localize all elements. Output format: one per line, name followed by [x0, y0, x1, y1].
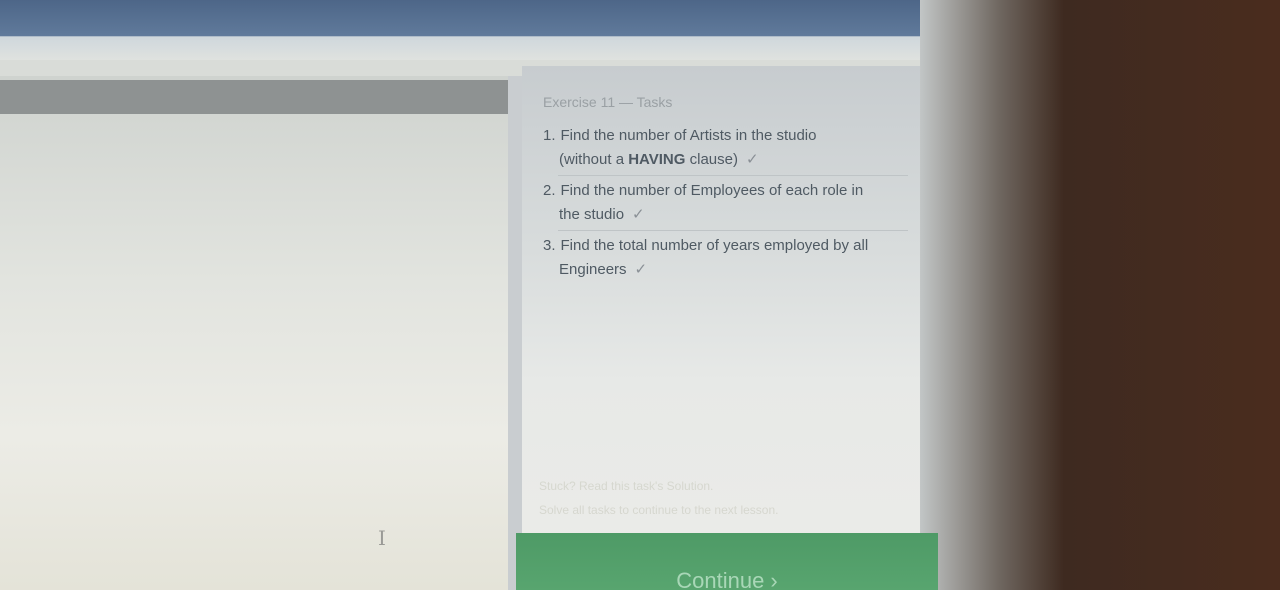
task-number: 3.	[543, 237, 556, 254]
task-text: Find the number of Employees of each rol…	[560, 182, 864, 199]
task-divider	[558, 230, 908, 231]
task-item-2: 2. Find the number of Employees of each r…	[543, 179, 913, 227]
task-text: Find the total number of years employed …	[560, 237, 869, 254]
task-divider	[558, 175, 908, 176]
text-cursor-icon: I	[378, 526, 386, 550]
task-text-cont: the studio	[559, 206, 625, 223]
continue-button[interactable]: Continue ›	[516, 533, 938, 590]
checkmark-icon: ✓	[634, 261, 648, 278]
task-number: 1.	[543, 127, 556, 144]
task-text-cont: (without a	[559, 151, 629, 168]
task-item-3: 3. Find the total number of years employe…	[543, 234, 913, 282]
scrollbar[interactable]: ▲	[508, 76, 1028, 590]
task-number: 2.	[543, 182, 556, 199]
query-editor-pane[interactable]	[0, 76, 508, 590]
out-of-frame-area	[920, 0, 1280, 590]
task-item-1: 1. Find the number of Artists in the stud…	[543, 124, 913, 172]
task-text-cont: Engineers	[559, 261, 627, 278]
checkmark-icon: ✓	[745, 151, 759, 168]
task-text-cont-end: clause)	[685, 151, 738, 168]
task-keyword: HAVING	[628, 151, 686, 168]
query-editor-header	[0, 80, 508, 114]
checkmark-icon: ✓	[632, 206, 645, 223]
continue-note: Solve all tasks to continue to the next …	[539, 503, 779, 517]
solution-hint-link[interactable]: Stuck? Read this task's Solution.	[539, 479, 713, 493]
task-text: Find the number of Artists in the studio	[560, 127, 817, 144]
exercise-title: Exercise 11 — Tasks	[543, 94, 673, 110]
